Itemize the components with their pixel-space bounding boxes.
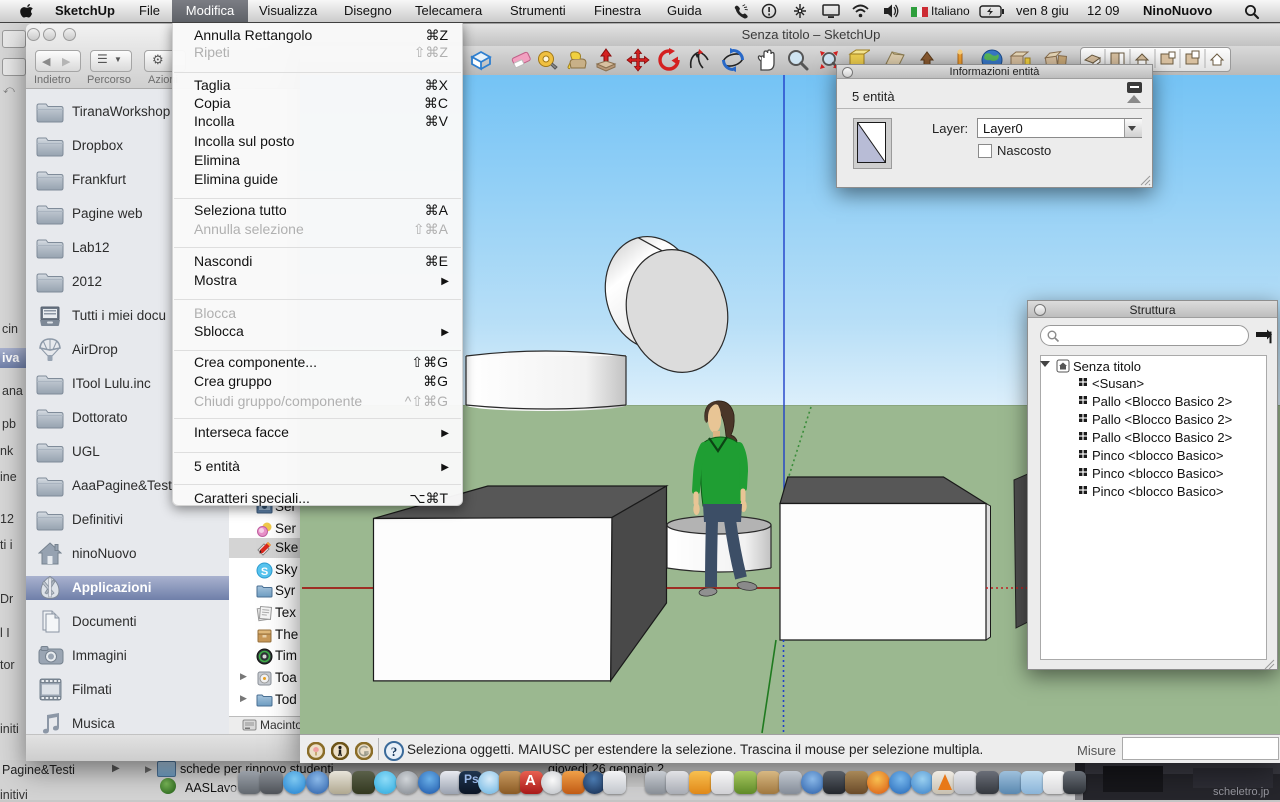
svg-text:?: ? xyxy=(391,744,398,759)
svg-text:S: S xyxy=(261,566,268,578)
